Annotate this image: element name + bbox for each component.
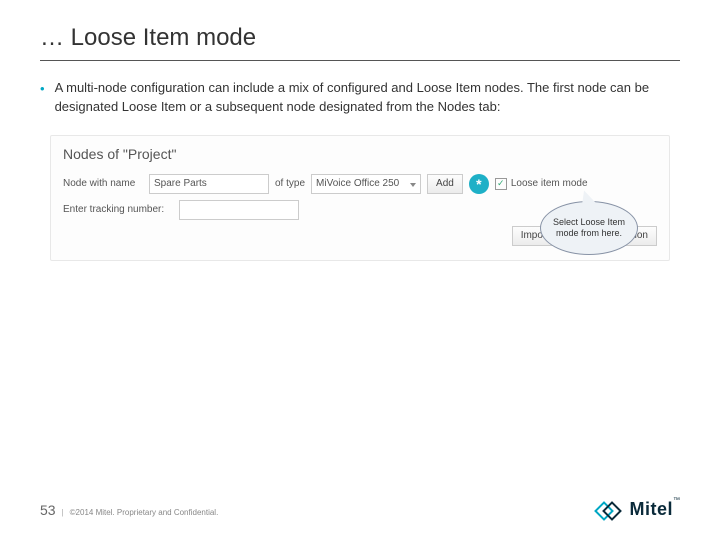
bullet-item: • A multi-node configuration can include… [40, 79, 680, 117]
loose-item-label: Loose item mode [511, 178, 588, 189]
tracking-number-input[interactable] [179, 200, 299, 220]
slide-footer: 53 | ©2014 Mitel. Proprietary and Confid… [40, 499, 680, 520]
panel-heading: Nodes of "Project" [63, 146, 657, 162]
embedded-screenshot: Nodes of "Project" Node with name Spare … [50, 135, 670, 261]
page-title: … Loose Item mode [40, 24, 680, 61]
mitel-logo-icon [597, 500, 623, 520]
bullet-text: A multi-node configuration can include a… [55, 79, 680, 117]
of-type-label: of type [275, 178, 305, 189]
footer-left: 53 | ©2014 Mitel. Proprietary and Confid… [40, 502, 218, 518]
footer-copyright: ©2014 Mitel. Proprietary and Confidentia… [70, 508, 219, 517]
slide: … Loose Item mode • A multi-node configu… [0, 0, 720, 540]
star-burst-icon: * [469, 174, 489, 194]
page-number: 53 [40, 502, 56, 518]
mitel-logo-text: Mitel [629, 499, 673, 519]
bullet-marker: • [40, 80, 45, 117]
node-name-input[interactable]: Spare Parts [149, 174, 269, 194]
tracking-label: Enter tracking number: [63, 204, 173, 215]
node-type-select[interactable]: MiVoice Office 250 [311, 174, 421, 194]
checkmark-icon: ✓ [495, 178, 507, 190]
mitel-logo: Mitel™ [597, 499, 680, 520]
loose-item-checkbox[interactable]: ✓ Loose item mode [495, 178, 588, 190]
add-node-row: Node with name Spare Parts of type MiVoi… [63, 174, 657, 194]
footer-separator: | [62, 508, 64, 517]
node-name-label: Node with name [63, 178, 143, 189]
trademark-symbol: ™ [673, 497, 680, 504]
callout-bubble: Select Loose Item mode from here. [540, 201, 638, 255]
add-button[interactable]: Add [427, 174, 463, 194]
